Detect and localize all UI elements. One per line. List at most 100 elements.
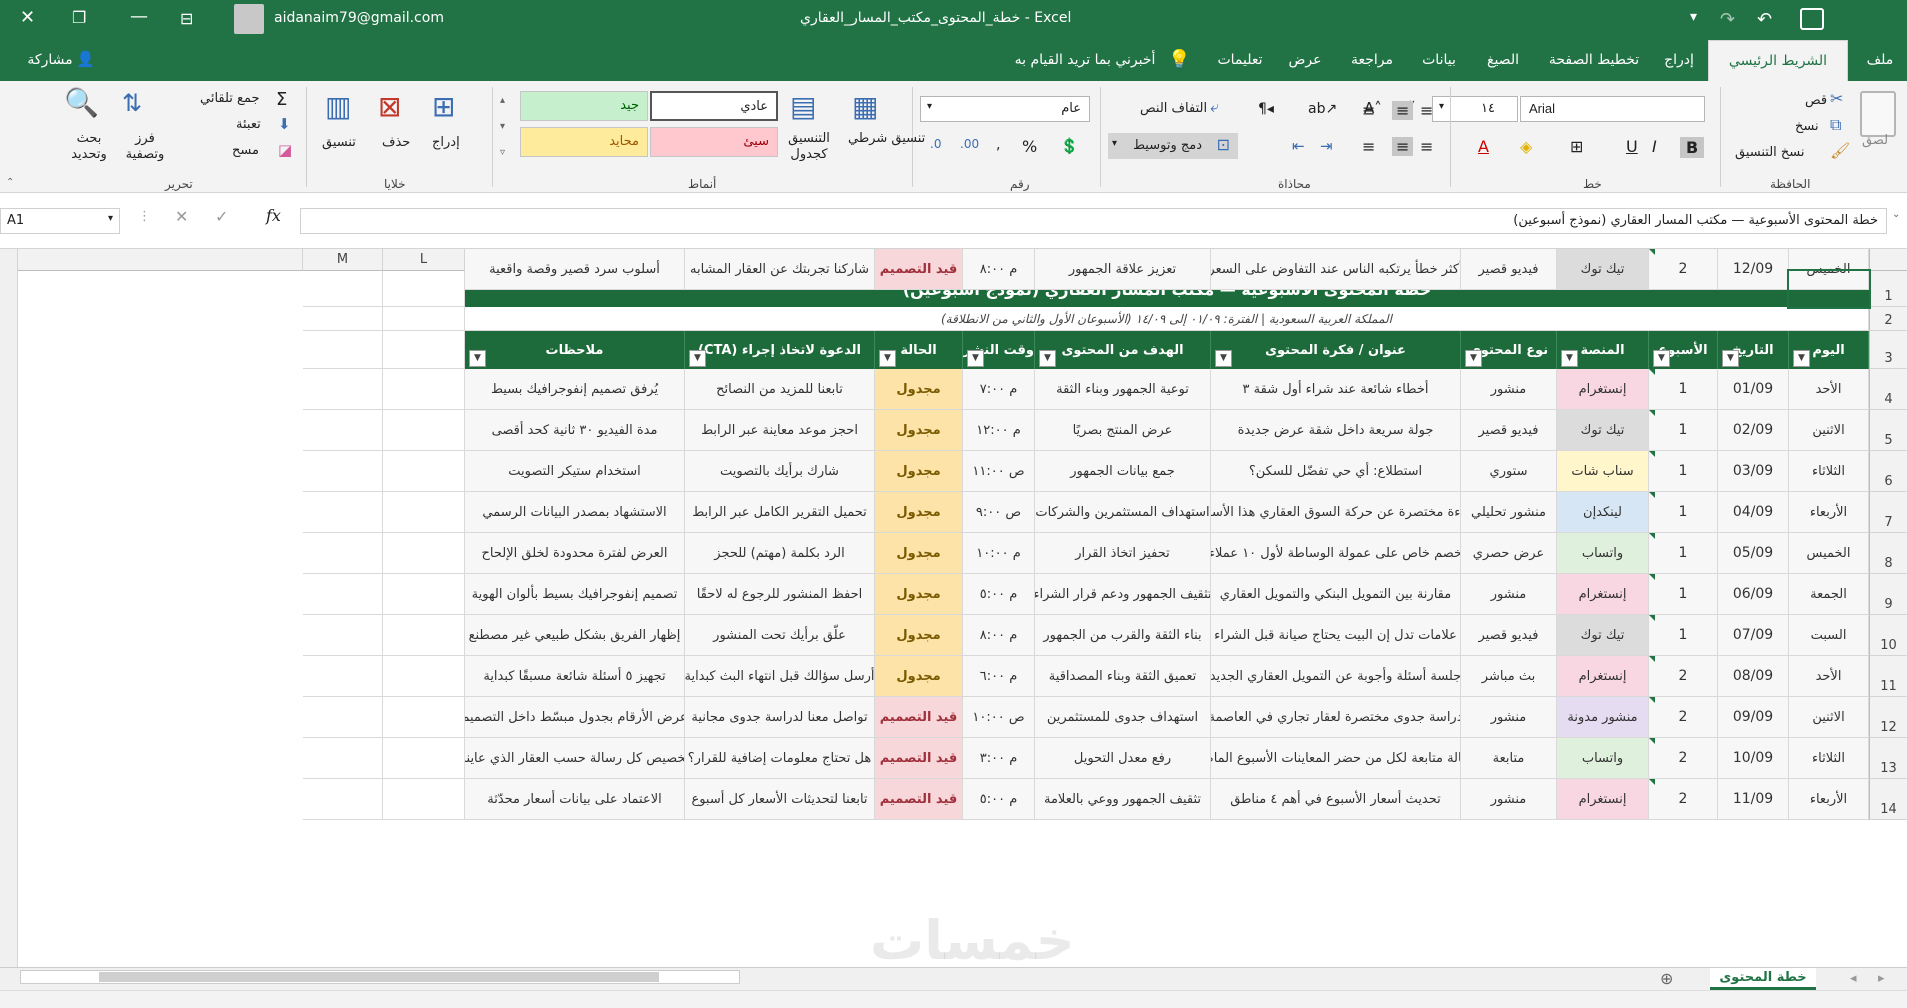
- cell-k13[interactable]: تخصيص كل رسالة حسب العقار الذي عاينه: [465, 738, 685, 779]
- row-header-7[interactable]: 7: [1869, 492, 1907, 533]
- cell-a10[interactable]: السبت: [1789, 615, 1869, 656]
- cell-e9[interactable]: منشور: [1461, 574, 1557, 615]
- tab-file[interactable]: ملف: [1860, 40, 1900, 81]
- row-header-2[interactable]: 2: [1869, 307, 1907, 331]
- cell-a9[interactable]: الجمعة: [1789, 574, 1869, 615]
- paste-button[interactable]: لصق: [1862, 133, 1888, 148]
- table-header-e[interactable]: نوع المحتوى ▼: [1461, 331, 1557, 369]
- decrease-decimal-icon[interactable]: .0: [930, 137, 941, 151]
- cell-k11[interactable]: تجهيز ٥ أسئلة شائعة مسبقًا كبداية: [465, 656, 685, 697]
- table-header-a[interactable]: اليوم ▼: [1789, 331, 1869, 369]
- cell-j7[interactable]: تحميل التقرير الكامل عبر الرابط: [685, 492, 875, 533]
- style-good[interactable]: جيد: [520, 91, 648, 121]
- row-header-14[interactable]: 14: [1869, 779, 1907, 820]
- table-header-k[interactable]: ملاحظات ▼: [465, 331, 685, 369]
- expand-formula-icon[interactable]: ⌄: [1892, 209, 1900, 220]
- collapse-ribbon-icon[interactable]: ⌃: [6, 177, 14, 188]
- cell-h10[interactable]: م ٨:٠٠: [963, 615, 1035, 656]
- cell-g8[interactable]: تحفيز اتخاذ القرار: [1035, 533, 1211, 574]
- cell-d6[interactable]: سناب شات: [1557, 451, 1649, 492]
- cell-b8[interactable]: 05/09: [1718, 533, 1789, 574]
- cell-k5[interactable]: مدة الفيديو ٣٠ ثانية كحد أقصى: [465, 410, 685, 451]
- cell-e7[interactable]: منشور تحليلي: [1461, 492, 1557, 533]
- cell-h6[interactable]: ص ١١:٠٠: [963, 451, 1035, 492]
- cell-f10[interactable]: علامات تدل إن البيت يحتاج صيانة قبل الشر…: [1211, 615, 1461, 656]
- cell-j10[interactable]: علّق برأيك تحت المنشور: [685, 615, 875, 656]
- cell-e13[interactable]: متابعة: [1461, 738, 1557, 779]
- indent-icon[interactable]: ⇥: [1320, 137, 1333, 155]
- cell-i12[interactable]: قيد التصميم: [875, 697, 963, 738]
- cell-h9[interactable]: م ٥:٠٠: [963, 574, 1035, 615]
- cell-j14[interactable]: تابعنا لتحديثات الأسعار كل أسبوع: [685, 779, 875, 820]
- cell-d8[interactable]: واتساب: [1557, 533, 1649, 574]
- cell-g10[interactable]: بناء الثقة والقرب من الجمهور: [1035, 615, 1211, 656]
- cell-g11[interactable]: تعميق الثقة وبناء المصداقية: [1035, 656, 1211, 697]
- cell-g14[interactable]: تثقيف الجمهور ووعي بالعلامة: [1035, 779, 1211, 820]
- cell-c5[interactable]: 1: [1649, 410, 1718, 451]
- tab-formulas[interactable]: الصيغ: [1474, 40, 1532, 81]
- cell-b15[interactable]: 12/09: [1718, 249, 1789, 290]
- cell-d9[interactable]: إنستغرام: [1557, 574, 1649, 615]
- cell-b6[interactable]: 03/09: [1718, 451, 1789, 492]
- cell-k12[interactable]: عرض الأرقام بجدول مبسّط داخل التصميم: [465, 697, 685, 738]
- cell-a7[interactable]: الأربعاء: [1789, 492, 1869, 533]
- table-header-i[interactable]: الحالة ▼: [875, 331, 963, 369]
- redo-icon[interactable]: ↷: [1720, 9, 1735, 30]
- table-header-g[interactable]: الهدف من المحتوى ▼: [1035, 331, 1211, 369]
- row-header-1[interactable]: 1: [1869, 271, 1907, 307]
- empty-cell[interactable]: [383, 492, 465, 533]
- filter-dropdown-icon[interactable]: ▼: [1215, 350, 1232, 367]
- cell-h13[interactable]: م ٣:٠٠: [963, 738, 1035, 779]
- tell-me-box[interactable]: أخبرني بما تريد القيام به: [1000, 40, 1170, 81]
- cell-g9[interactable]: تثقيف الجمهور ودعم قرار الشراء: [1035, 574, 1211, 615]
- cell-c7[interactable]: 1: [1649, 492, 1718, 533]
- paste-icon[interactable]: [1860, 91, 1896, 137]
- empty-cell[interactable]: [383, 533, 465, 574]
- cell-g13[interactable]: رفع معدل التحويل: [1035, 738, 1211, 779]
- tab-review[interactable]: مراجعة: [1340, 40, 1404, 81]
- cell-f7[interactable]: قراءة مختصرة عن حركة السوق العقاري هذا ا…: [1211, 492, 1461, 533]
- number-format-select[interactable]: عام ▾: [920, 96, 1090, 122]
- new-sheet-icon[interactable]: ⊕: [1660, 969, 1673, 988]
- style-bad[interactable]: سيئ: [650, 127, 778, 157]
- name-box[interactable]: A1 ▾: [0, 208, 120, 234]
- cell-h5[interactable]: م ١٢:٠٠: [963, 410, 1035, 451]
- empty-cell[interactable]: [303, 533, 383, 574]
- row-header-12[interactable]: 12: [1869, 697, 1907, 738]
- cell-d11[interactable]: إنستغرام: [1557, 656, 1649, 697]
- cell-e15[interactable]: فيديو قصير: [1461, 249, 1557, 290]
- percent-icon[interactable]: %: [1022, 137, 1037, 156]
- cell-c10[interactable]: 1: [1649, 615, 1718, 656]
- row-header-11[interactable]: 11: [1869, 656, 1907, 697]
- horizontal-scrollbar[interactable]: [20, 970, 740, 984]
- cell-b13[interactable]: 10/09: [1718, 738, 1789, 779]
- minimize-icon[interactable]: —: [130, 6, 148, 27]
- underline-icon[interactable]: U: [1626, 137, 1638, 156]
- currency-icon[interactable]: 💲: [1060, 137, 1079, 155]
- filter-dropdown-icon[interactable]: ▼: [1465, 350, 1482, 367]
- format-cells-button[interactable]: تنسيق: [322, 135, 356, 150]
- cell-e12[interactable]: منشور: [1461, 697, 1557, 738]
- cell-c13[interactable]: 2: [1649, 738, 1718, 779]
- fill-color-icon[interactable]: ◈: [1520, 137, 1532, 156]
- filter-dropdown-icon[interactable]: ▼: [689, 350, 706, 367]
- close-icon[interactable]: ✕: [20, 7, 35, 28]
- cell-d15[interactable]: تيك توك: [1557, 249, 1649, 290]
- cell-h12[interactable]: ص ١٠:٠٠: [963, 697, 1035, 738]
- avatar[interactable]: [234, 4, 264, 34]
- cell-e11[interactable]: بث مباشر: [1461, 656, 1557, 697]
- cell-c14[interactable]: 2: [1649, 779, 1718, 820]
- filter-dropdown-icon[interactable]: ▼: [1653, 350, 1670, 367]
- align-center-icon[interactable]: ≡: [1392, 137, 1414, 156]
- empty-cell[interactable]: [383, 307, 465, 331]
- align-right-icon[interactable]: ≡: [1420, 137, 1433, 156]
- function-icon[interactable]: fx: [266, 206, 281, 225]
- tab-home[interactable]: الشريط الرئيسي: [1708, 40, 1848, 82]
- cell-e8[interactable]: عرض حصري: [1461, 533, 1557, 574]
- cell-k4[interactable]: يُرفق تصميم إنفوجرافيك بسيط: [465, 369, 685, 410]
- empty-cell[interactable]: [383, 574, 465, 615]
- tab-view[interactable]: عرض: [1280, 40, 1330, 81]
- cell-c8[interactable]: 1: [1649, 533, 1718, 574]
- orientation-icon[interactable]: ab↗: [1308, 101, 1337, 117]
- empty-cell[interactable]: [303, 492, 383, 533]
